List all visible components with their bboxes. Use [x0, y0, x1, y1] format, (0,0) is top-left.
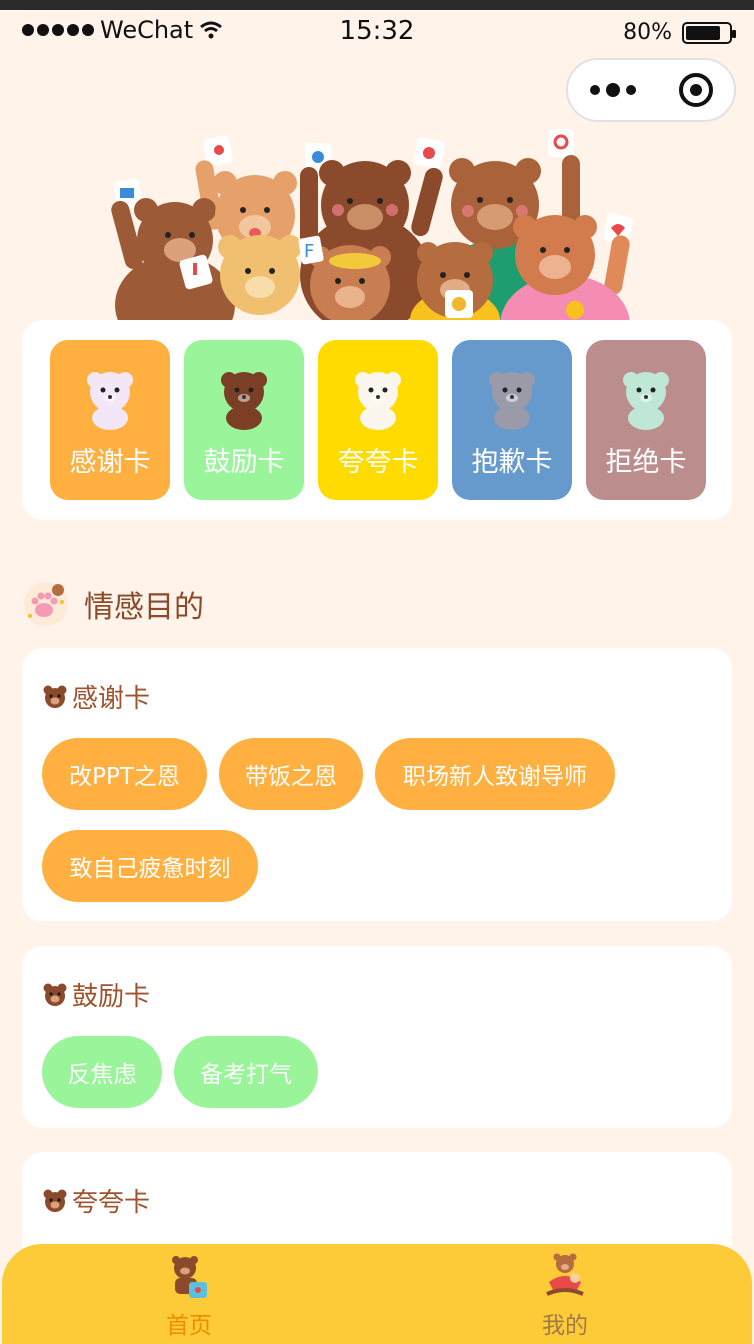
section-header: 情感目的 [22, 580, 204, 628]
card-tile-label: 鼓励卡 [203, 447, 285, 478]
card-tile-label: 夸夸卡 [337, 447, 419, 478]
tag-chip[interactable]: 带饭之恩 [219, 738, 363, 810]
purpose-card-0: 感谢卡改PPT之恩 带饭之恩 职场新人致谢导师致自己疲惫时刻 [22, 648, 732, 921]
battery-fill [686, 25, 720, 40]
card-tile-label: 拒绝卡 [605, 447, 687, 478]
bears-group-image: F [111, 129, 633, 325]
top-strip [0, 0, 754, 10]
tab-home[interactable]: 首页 [129, 1252, 249, 1340]
card-tile-0[interactable]: 感谢卡 [50, 340, 170, 500]
tab-home-label: 首页 [166, 1313, 212, 1339]
tag-chip[interactable]: 反焦虑 [42, 1036, 162, 1108]
purpose-card-title: 感谢卡 [42, 678, 150, 715]
card-tile-label: 感谢卡 [69, 447, 151, 478]
card-type-panel: 感谢卡 鼓励卡 夸夸卡 抱歉卡 拒绝卡 [22, 320, 732, 520]
bottom-tab-bar: 首页 我的 [2, 1244, 752, 1344]
paw-icon [24, 582, 68, 626]
bear-face-icon [43, 983, 67, 1006]
svg-text:F: F [304, 241, 314, 262]
battery-percent: 80% [623, 20, 672, 45]
tag-chip[interactable]: 致自己疲惫时刻 [42, 830, 258, 902]
bear-face-icon [43, 1189, 67, 1212]
battery-status: 80% [623, 20, 736, 45]
battery-icon [682, 21, 736, 44]
tag-chip[interactable]: 备考打气 [174, 1036, 318, 1108]
bear-icon [355, 372, 401, 430]
tab-mine[interactable]: 我的 [505, 1252, 625, 1340]
card-tile-4[interactable]: 拒绝卡 [586, 340, 706, 500]
purpose-card-title-text: 感谢卡 [72, 684, 151, 714]
bear-icon [489, 372, 535, 430]
hero-bears-illustration: F [100, 125, 650, 325]
card-tile-2[interactable]: 夸夸卡 [318, 340, 438, 500]
bear-icon [221, 372, 267, 430]
bear-icon [623, 372, 669, 430]
card-tile-3[interactable]: 抱歉卡 [452, 340, 572, 500]
more-icon[interactable] [589, 83, 636, 97]
card-tile-label: 抱歉卡 [471, 447, 553, 478]
status-bar: WeChat 15:32 80% [0, 0, 754, 58]
tag-chip[interactable]: 职场新人致谢导师 [375, 738, 615, 810]
close-miniprogram-icon[interactable] [678, 73, 713, 107]
tag-chip[interactable]: 改PPT之恩 [42, 738, 207, 810]
mine-bear-icon [546, 1253, 584, 1296]
purpose-card-title: 夸夸卡 [42, 1182, 150, 1219]
section-title: 情感目的 [84, 590, 204, 625]
purpose-card-title-text: 夸夸卡 [72, 1188, 151, 1218]
bear-icon [87, 372, 133, 430]
home-bear-icon [172, 1256, 207, 1298]
card-tile-1[interactable]: 鼓励卡 [184, 340, 304, 500]
purpose-card-title: 鼓励卡 [42, 976, 150, 1013]
tab-mine-label: 我的 [542, 1313, 588, 1339]
miniprogram-capsule [566, 58, 736, 122]
purpose-card-1: 鼓励卡反焦虑 备考打气 [22, 946, 732, 1128]
purpose-card-title-text: 鼓励卡 [72, 982, 151, 1012]
bear-face-icon [43, 685, 67, 708]
